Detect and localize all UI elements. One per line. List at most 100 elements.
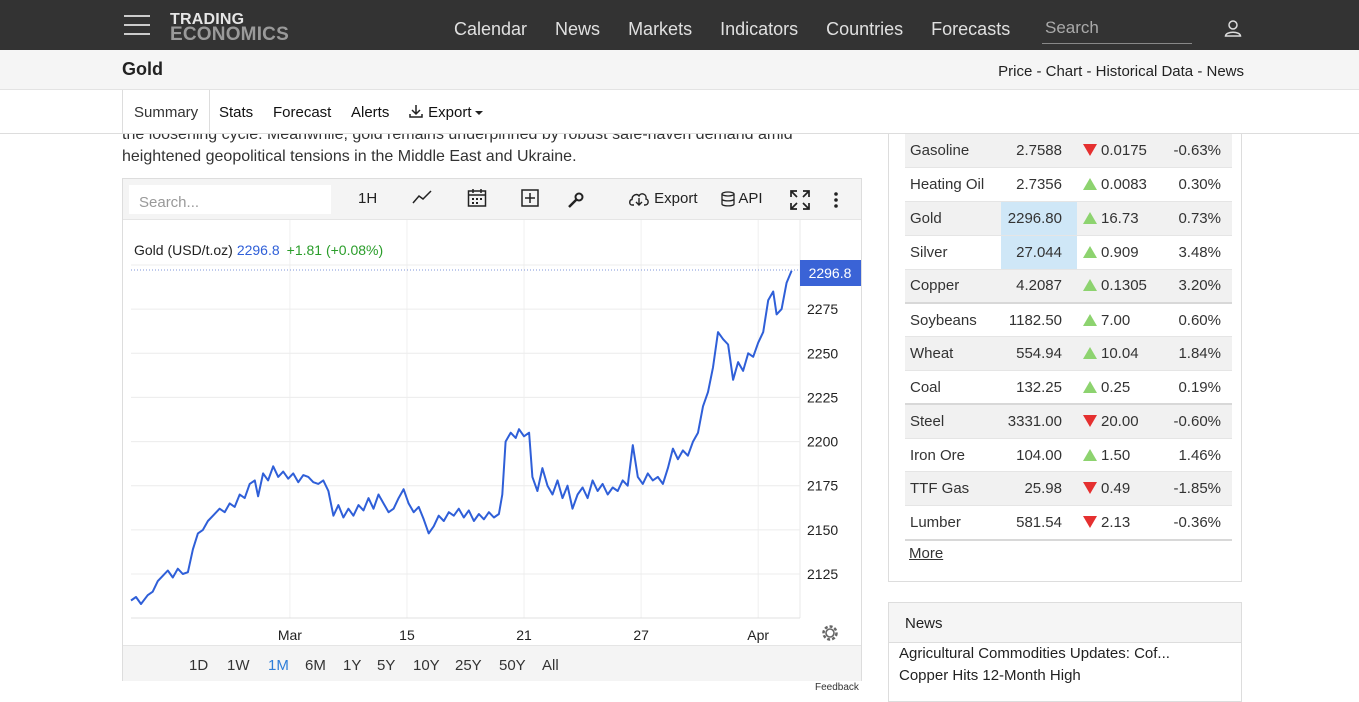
y-tick-label: 2150	[807, 522, 838, 538]
tab-alerts[interactable]: Alerts	[351, 104, 389, 121]
nav-link-markets[interactable]: Markets	[628, 19, 692, 40]
period-50y[interactable]: 50Y	[499, 657, 526, 674]
commodity-change: 0.0083	[1077, 167, 1163, 203]
api-button[interactable]: API	[721, 190, 763, 207]
legend-series-name: Gold (USD/t.oz)	[134, 242, 233, 258]
table-row[interactable]: TTF Gas 25.98 0.49 -1.85%	[905, 471, 1232, 507]
table-row[interactable]: Soybeans 1182.50 7.00 0.60%	[905, 302, 1232, 338]
nav-link-indicators[interactable]: Indicators	[720, 19, 798, 40]
database-icon	[721, 191, 735, 207]
table-row[interactable]: Wheat 554.94 10.04 1.84%	[905, 336, 1232, 372]
chart-settings-gear-icon[interactable]	[822, 625, 838, 641]
section-links[interactable]: Price - Chart - Historical Data - News	[998, 63, 1244, 80]
table-row[interactable]: Silver 27.044 0.909 3.48%	[905, 235, 1232, 270]
table-row[interactable]: Heating Oil 2.7356 0.0083 0.30%	[905, 167, 1232, 203]
x-tick-label: Mar	[278, 627, 302, 643]
commodity-name[interactable]: TTF Gas	[905, 471, 1001, 507]
commodities-panel: Gasoline 2.7588 0.0175 -0.63% Heating Oil 2.7…	[888, 124, 1242, 582]
arrow-down-icon	[1083, 515, 1097, 528]
chart-toolbar: Search... 1H Export API	[123, 179, 861, 220]
table-row[interactable]: Gasoline 2.7588 0.0175 -0.63%	[905, 134, 1232, 169]
period-1m[interactable]: 1M	[268, 657, 289, 674]
period-1d[interactable]: 1D	[189, 657, 208, 674]
hamburger-menu-icon[interactable]	[124, 15, 150, 35]
more-commodities-link[interactable]: More	[909, 545, 943, 562]
gold-price-chart[interactable]: 21252150217522002225225022752300 Mar1521…	[123, 220, 861, 645]
news-item[interactable]: Agricultural Commodities Updates: Cof...	[889, 643, 1241, 665]
commodity-name[interactable]: Heating Oil	[905, 167, 1001, 203]
commodity-name[interactable]: Soybeans	[905, 302, 1001, 338]
interval-selector[interactable]: 1H	[358, 190, 377, 207]
site-search-input[interactable]: Search	[1042, 16, 1192, 44]
table-row[interactable]: Copper 4.2087 0.1305 3.20%	[905, 269, 1232, 304]
tab-summary[interactable]: Summary	[122, 90, 211, 134]
news-item[interactable]: Copper Hits 12-Month High	[889, 665, 1241, 687]
commodity-name[interactable]: Wheat	[905, 336, 1001, 372]
page-tab-bar: Summary Stats Forecast Alerts Export	[0, 90, 1359, 134]
commodity-price: 25.98	[1001, 471, 1077, 507]
commodity-name[interactable]: Steel	[905, 404, 1001, 439]
main-nav-links: Calendar News Markets Indicators Countri…	[454, 19, 1038, 40]
period-1y[interactable]: 1Y	[343, 657, 361, 674]
arrow-up-icon	[1083, 313, 1097, 326]
period-1w[interactable]: 1W	[227, 657, 250, 674]
commodity-change: 0.25	[1077, 370, 1163, 406]
commodity-percent-change: 0.73%	[1163, 201, 1232, 236]
table-row[interactable]: Iron Ore 104.00 1.50 1.46%	[905, 438, 1232, 473]
commodity-percent-change: -0.60%	[1163, 404, 1232, 439]
chart-type-icon[interactable]	[412, 188, 432, 206]
commodity-percent-change: -1.85%	[1163, 471, 1232, 507]
table-row[interactable]: Coal 132.25 0.25 0.19%	[905, 370, 1232, 406]
commodity-name[interactable]: Gold	[905, 201, 1001, 236]
user-account-icon[interactable]	[1224, 19, 1242, 37]
arrow-up-icon	[1083, 178, 1097, 191]
tab-export[interactable]: Export	[408, 104, 483, 121]
commodity-percent-change: -0.63%	[1163, 134, 1232, 169]
arrow-up-icon	[1083, 380, 1097, 393]
period-selector: 1D 1W 1M 6M 1Y 5Y 10Y 25Y 50Y All	[123, 645, 861, 681]
download-icon	[409, 105, 423, 118]
commodity-name[interactable]: Silver	[905, 235, 1001, 270]
more-options-icon[interactable]	[833, 191, 839, 209]
commodity-price: 2.7588	[1001, 134, 1077, 169]
feedback-link[interactable]: Feedback	[815, 682, 859, 693]
price-series-line	[130, 270, 793, 605]
wrench-tools-icon[interactable]	[567, 191, 585, 209]
chart-export-button[interactable]: Export	[628, 190, 698, 207]
commodity-name[interactable]: Lumber	[905, 505, 1001, 541]
period-6m[interactable]: 6M	[305, 657, 326, 674]
compare-add-icon[interactable]	[521, 189, 539, 207]
period-25y[interactable]: 25Y	[455, 657, 482, 674]
chart-search-input[interactable]: Search...	[129, 185, 331, 214]
fullscreen-icon[interactable]	[790, 190, 810, 210]
nav-link-forecasts[interactable]: Forecasts	[931, 19, 1010, 40]
nav-link-news[interactable]: News	[555, 19, 600, 40]
arrow-down-icon	[1083, 482, 1097, 495]
commodity-name[interactable]: Gasoline	[905, 134, 1001, 169]
nav-link-calendar[interactable]: Calendar	[454, 19, 527, 40]
news-heading: News	[889, 603, 1241, 643]
commodity-name[interactable]: Coal	[905, 370, 1001, 406]
commodity-price: 3331.00	[1001, 404, 1077, 439]
table-row[interactable]: Steel 3331.00 20.00 -0.60%	[905, 404, 1232, 439]
commodity-price: 4.2087	[1001, 269, 1077, 304]
calendar-icon[interactable]	[467, 188, 487, 208]
commodity-change: 0.0175	[1077, 134, 1163, 169]
tab-forecast[interactable]: Forecast	[273, 104, 331, 121]
table-row[interactable]: Gold 2296.80 16.73 0.73%	[905, 201, 1232, 236]
site-logo[interactable]: TRADING ECONOMICS	[170, 12, 289, 45]
y-tick-label: 2250	[807, 345, 838, 361]
arrow-down-icon	[1083, 144, 1097, 157]
commodity-name[interactable]: Iron Ore	[905, 438, 1001, 473]
commodity-price: 2.7356	[1001, 167, 1077, 203]
commodity-change: 16.73	[1077, 201, 1163, 236]
commodity-name[interactable]: Copper	[905, 269, 1001, 304]
x-tick-label: 15	[399, 627, 415, 643]
tab-stats[interactable]: Stats	[219, 104, 253, 121]
period-5y[interactable]: 5Y	[377, 657, 395, 674]
y-tick-label: 2200	[807, 434, 838, 450]
nav-link-countries[interactable]: Countries	[826, 19, 903, 40]
period-all[interactable]: All	[542, 657, 559, 674]
table-row[interactable]: Lumber 581.54 2.13 -0.36%	[905, 505, 1232, 541]
period-10y[interactable]: 10Y	[413, 657, 440, 674]
